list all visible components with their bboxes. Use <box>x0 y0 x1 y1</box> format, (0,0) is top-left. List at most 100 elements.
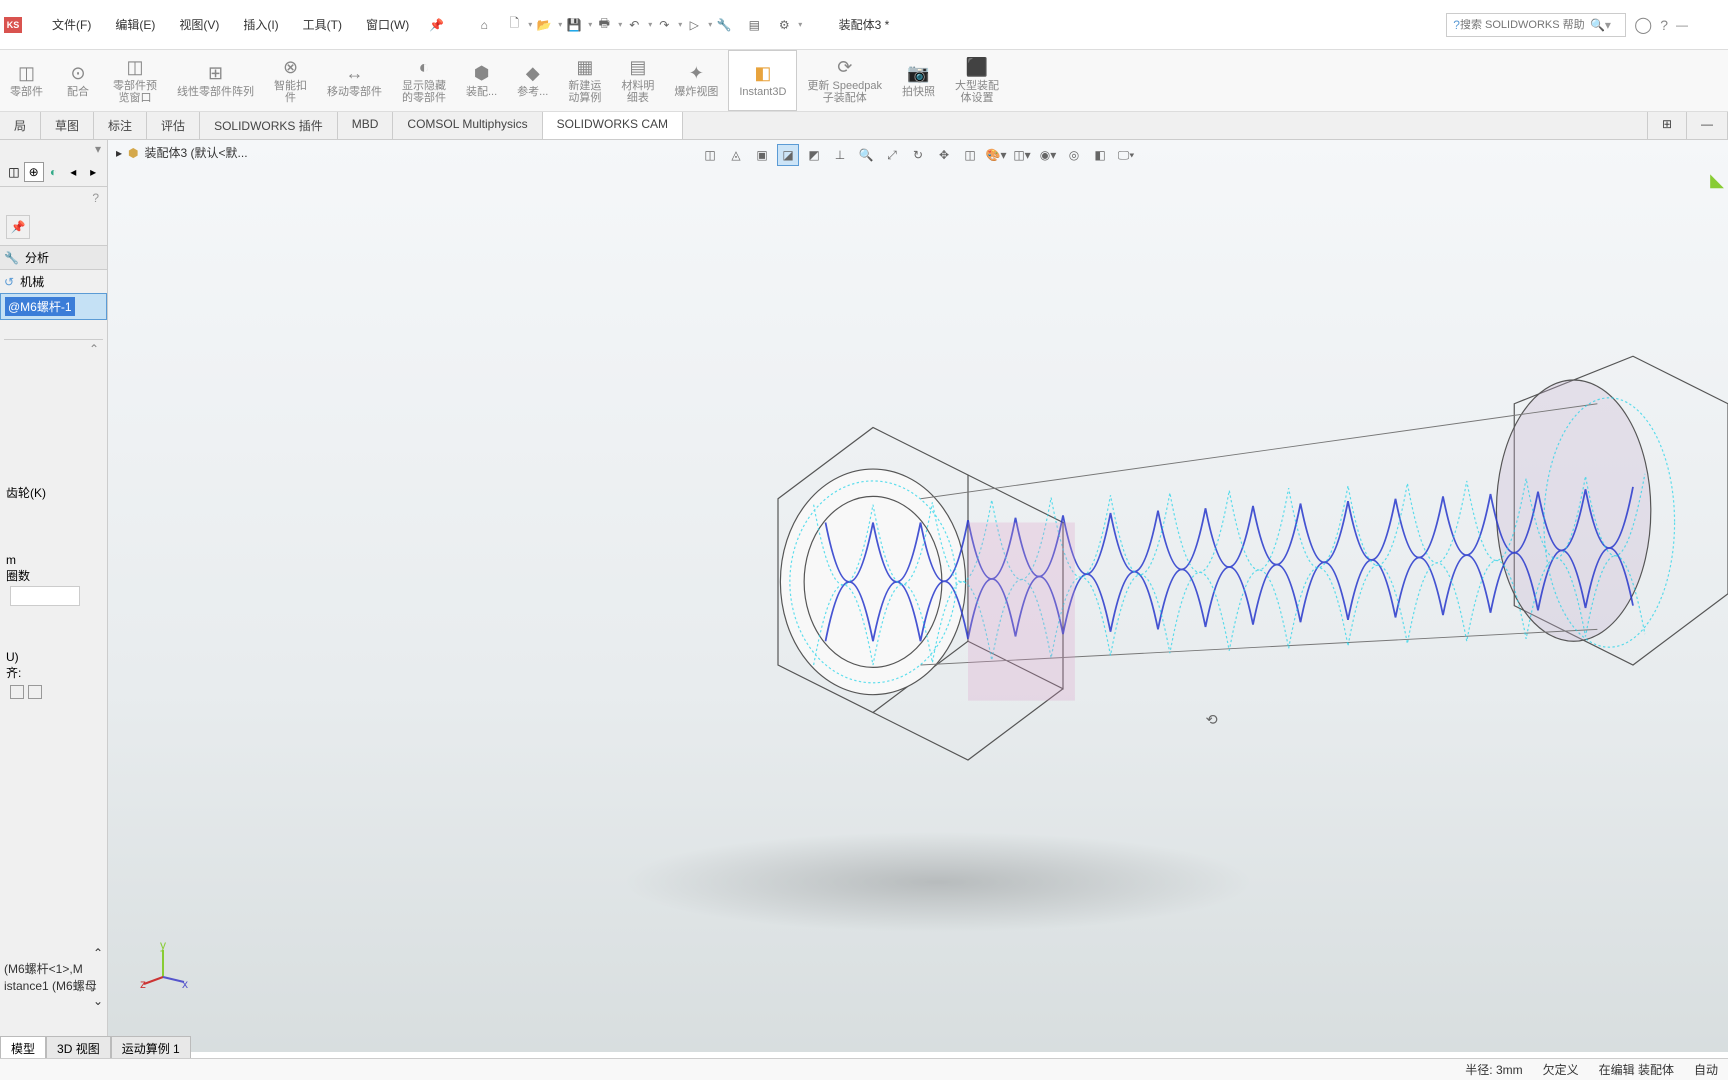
view-wire-icon[interactable]: ◬ <box>725 144 747 166</box>
view-hidden-icon[interactable]: ▣ <box>751 144 773 166</box>
select-icon[interactable]: ▷ <box>684 15 704 35</box>
menu-insert[interactable]: 插入(I) <box>231 10 290 39</box>
feedback-icon[interactable]: ◣ <box>1710 170 1724 191</box>
ribbon-reference[interactable]: ◆参考... <box>507 50 558 111</box>
save-icon[interactable]: 💾 <box>564 15 584 35</box>
menu-edit[interactable]: 编辑(E) <box>103 10 167 39</box>
status-underdefined: 欠定义 <box>1543 1061 1579 1078</box>
tab-annotate[interactable]: 标注 <box>94 112 147 139</box>
ribbon-bom[interactable]: ▤材料明 细表 <box>611 50 664 111</box>
ribbon-smart-fastener[interactable]: ⊗智能扣 件 <box>264 50 317 111</box>
align-buttons[interactable] <box>6 681 101 703</box>
tab-comsol[interactable]: COMSOL Multiphysics <box>393 112 542 139</box>
ribbon-preview[interactable]: ◫零部件预 览窗口 <box>103 50 167 111</box>
command-tabs: 局 草图 标注 评估 SOLIDWORKS 插件 MBD COMSOL Mult… <box>0 112 1728 140</box>
turns-input[interactable] <box>10 586 80 606</box>
view-section-icon[interactable]: ⊥ <box>829 144 851 166</box>
settings-icon[interactable]: ⚙ <box>774 15 794 35</box>
panel-tab-tree-icon[interactable]: ◫ <box>4 162 24 182</box>
panel-pushpin-icon[interactable]: 📌 <box>6 215 30 239</box>
ribbon-pattern[interactable]: ⊞线性零部件阵列 <box>167 50 264 111</box>
ribbon-mate[interactable]: ⊙配合 <box>53 50 103 111</box>
view-pan-icon[interactable]: ✥ <box>933 144 955 166</box>
ribbon-speedpak[interactable]: ⟳更新 Speedpak 子装配体 <box>797 50 892 111</box>
graphics-viewport[interactable]: ▸ ⬢ 装配体3 (默认<默... ◫ ◬ ▣ ◪ ◩ ⊥ 🔍 ⤢ ↻ ✥ ◫ … <box>108 140 1728 1052</box>
collapse-icon[interactable]: ⌃ <box>89 342 99 356</box>
view-scene-icon[interactable]: ◫▾ <box>1011 144 1033 166</box>
view-monitor-icon[interactable]: 🖵▾ <box>1115 144 1137 166</box>
redo-icon[interactable]: ↷ <box>654 15 674 35</box>
panel-help-icon[interactable]: ? <box>92 191 99 205</box>
ribbon-exploded[interactable]: ✦爆炸视图 <box>664 50 728 111</box>
breadcrumb-expand-icon[interactable]: ▸ <box>116 146 122 160</box>
menu-file[interactable]: 文件(F) <box>40 10 103 39</box>
tab-expand-icon[interactable]: ⊞ <box>1647 112 1687 139</box>
btab-motion[interactable]: 运动算例 1 <box>111 1036 191 1058</box>
ribbon-assembly[interactable]: ⬢装配... <box>456 50 507 111</box>
panel-close-icon[interactable]: ▾ <box>95 142 101 156</box>
view-render-icon[interactable]: ◎ <box>1063 144 1085 166</box>
print-icon[interactable]: 🖶 <box>594 15 614 35</box>
breadcrumb[interactable]: ▸ ⬢ 装配体3 (默认<默... <box>116 144 248 161</box>
panel-mech-row[interactable]: ↺ 机械 <box>0 270 107 293</box>
home-icon[interactable]: ⌂ <box>474 15 494 35</box>
orientation-triad[interactable]: y z x <box>138 942 188 992</box>
panel-analysis-row[interactable]: 🔧 分析 <box>0 245 107 270</box>
menu-tools[interactable]: 工具(T) <box>291 10 354 39</box>
wrench-icon: 🔧 <box>4 251 19 265</box>
view-appearance-icon[interactable]: 🎨▾ <box>985 144 1007 166</box>
tab-collapse-icon[interactable]: — <box>1687 112 1728 139</box>
menu-view[interactable]: 视图(V) <box>167 10 231 39</box>
pin-icon[interactable]: 📌 <box>429 18 444 32</box>
gear-label: 齿轮(K) <box>6 484 101 501</box>
view-camera-icon[interactable]: ◧ <box>1089 144 1111 166</box>
open-icon[interactable]: 📂 <box>534 15 554 35</box>
collapse2-icon[interactable]: ⌄ <box>93 994 103 1008</box>
main-menu: 文件(F) 编辑(E) 视图(V) 插入(I) 工具(T) 窗口(W) <box>40 10 421 39</box>
undo-icon[interactable]: ↶ <box>624 15 644 35</box>
search-box[interactable]: ? 🔍▾ <box>1446 13 1626 37</box>
tab-sketch[interactable]: 草图 <box>41 112 94 139</box>
rebuild-icon[interactable]: 🔧 <box>714 15 734 35</box>
ribbon-motion-study[interactable]: ▦新建运 动算例 <box>558 50 611 111</box>
panel-tab-prev-icon[interactable]: ◂ <box>63 162 83 182</box>
view-zoom-fit-icon[interactable]: ⤢ <box>881 144 903 166</box>
view-zoom-icon[interactable]: 🔍 <box>855 144 877 166</box>
search-dropdown-icon[interactable]: 🔍▾ <box>1590 18 1611 32</box>
btab-3dview[interactable]: 3D 视图 <box>46 1036 111 1058</box>
tab-mbd[interactable]: MBD <box>338 112 394 139</box>
align-label: 齐: <box>6 666 21 680</box>
ribbon-large-assembly[interactable]: ⬛大型装配 体设置 <box>945 50 1009 111</box>
panel-tab-motion-icon[interactable]: ◐ <box>44 162 64 182</box>
tab-evaluate[interactable]: 评估 <box>147 112 200 139</box>
view-rotate-icon[interactable]: ↻ <box>907 144 929 166</box>
expand-icon[interactable]: ⌃ <box>93 946 103 960</box>
menu-window[interactable]: 窗口(W) <box>354 10 421 39</box>
panel-tab-next-icon[interactable]: ▸ <box>83 162 103 182</box>
options-icon[interactable]: ▤ <box>744 15 764 35</box>
ribbon-move[interactable]: ↔移动零部件 <box>317 50 392 111</box>
view-draft-icon[interactable]: ◫ <box>959 144 981 166</box>
search-input[interactable] <box>1460 19 1590 31</box>
view-front-icon[interactable]: ◫ <box>699 144 721 166</box>
btab-model[interactable]: 模型 <box>0 1036 46 1058</box>
minimize-icon[interactable]: — <box>1676 18 1688 32</box>
new-icon[interactable]: 🗋 <box>504 15 524 35</box>
mech-label: 机械 <box>20 273 44 290</box>
user-icon[interactable]: ◯ <box>1634 15 1652 35</box>
status-radius: 半径: 3mm <box>1465 1061 1522 1078</box>
help-main-icon[interactable]: ? <box>1660 17 1668 33</box>
view-display-icon[interactable]: ◉▾ <box>1037 144 1059 166</box>
ribbon-component[interactable]: ◫零部件 <box>0 50 53 111</box>
ribbon-snapshot[interactable]: 📷拍快照 <box>892 50 945 111</box>
ribbon-instant3d[interactable]: ◧Instant3D <box>728 50 797 111</box>
tab-addins[interactable]: SOLIDWORKS 插件 <box>200 112 338 139</box>
ribbon-show-hide[interactable]: ◐显示隐藏 的零部件 <box>392 50 456 111</box>
panel-tab-target-icon[interactable]: ⊕ <box>24 162 44 182</box>
svg-text:y: y <box>160 942 166 952</box>
tab-layout[interactable]: 局 <box>0 112 41 139</box>
view-shaded-icon[interactable]: ◪ <box>777 144 799 166</box>
panel-selected-item[interactable]: @M6螺杆-1 <box>0 293 107 320</box>
view-shaded-edge-icon[interactable]: ◩ <box>803 144 825 166</box>
tab-cam[interactable]: SOLIDWORKS CAM <box>543 112 683 139</box>
